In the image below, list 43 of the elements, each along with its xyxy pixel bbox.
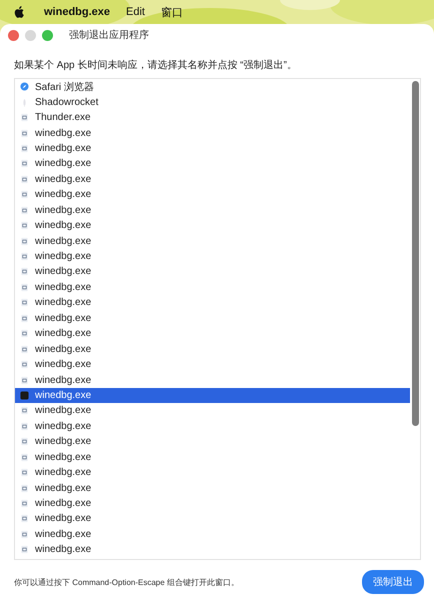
close-button[interactable] bbox=[8, 30, 19, 40]
app-list-item[interactable]: winedbg.exe bbox=[15, 310, 410, 326]
app-list-item[interactable]: winedbg.exe bbox=[15, 187, 410, 202]
app-list-item[interactable]: winedbg.exe bbox=[15, 496, 410, 512]
hint-text: 你可以通过按下 Command-Option-Escape 组合键打开此窗口。 bbox=[14, 576, 239, 588]
compass-icon bbox=[20, 82, 29, 92]
app-list-item[interactable]: winedbg.exe bbox=[15, 480, 410, 496]
app-list-item[interactable]: winedbg.exe bbox=[15, 280, 410, 296]
app-list-item[interactable]: Thunder.exe bbox=[15, 110, 410, 126]
app-list-item[interactable]: winedbg.exe bbox=[15, 341, 410, 357]
app-list-item[interactable]: winedbg.exe bbox=[15, 511, 410, 527]
apple-logo-icon[interactable] bbox=[14, 6, 24, 18]
scrollbar-thumb[interactable] bbox=[412, 81, 418, 426]
app-list-item[interactable]: winedbg.exe bbox=[15, 464, 410, 480]
zoom-button[interactable] bbox=[42, 30, 53, 40]
app-list-item[interactable]: winedbg.exe bbox=[15, 156, 410, 172]
app-list-item[interactable]: winedbg.exe bbox=[15, 326, 410, 342]
app-list-item[interactable]: winedbg.exe bbox=[15, 403, 410, 419]
app-list-item[interactable]: Shadowrocket bbox=[15, 94, 410, 110]
app-list-item[interactable]: winedbg.exe bbox=[15, 125, 410, 141]
menu-item[interactable]: 窗口 bbox=[161, 4, 183, 20]
app-list-item[interactable]: Safari 浏览器 bbox=[15, 79, 410, 94]
app-list-item[interactable]: winedbg.exe bbox=[15, 542, 410, 558]
app-list-item[interactable]: winedbg.exe bbox=[15, 388, 410, 404]
menu-item[interactable]: Edit bbox=[126, 6, 145, 18]
app-list-item[interactable]: winedbg.exe bbox=[15, 434, 410, 450]
app-list-item[interactable]: winedbg.exe bbox=[15, 202, 410, 218]
app-list-item[interactable]: winedbg.exe bbox=[15, 248, 410, 264]
app-list-item[interactable]: winedbg.exe bbox=[15, 356, 410, 372]
app-list-item[interactable]: winedbg.exe bbox=[15, 218, 410, 234]
app-list-item[interactable]: winedbg.exe bbox=[15, 233, 410, 249]
app-list-item[interactable]: winedbg.exe bbox=[15, 450, 410, 465]
app-list-item[interactable]: winedbg.exe bbox=[15, 295, 410, 311]
app-list-item[interactable]: winedbg.exe bbox=[15, 418, 410, 434]
app-list-item[interactable]: winedbg.exe bbox=[15, 372, 410, 388]
instruction-text: 如果某个 App 长时间未响应，请选择其名称并点按 “强制退出”。 bbox=[13, 58, 298, 73]
app-list-item[interactable]: winedbg.exe bbox=[15, 172, 410, 188]
terminal-icon bbox=[20, 390, 29, 400]
app-list-item[interactable]: winedbg.exe bbox=[15, 264, 410, 280]
window-title: 强制退出应用程序 bbox=[69, 28, 149, 42]
app-list-item[interactable]: winedbg.exe bbox=[15, 526, 410, 542]
app-list-item[interactable]: winedbg.exe bbox=[15, 140, 410, 156]
force-quit-button[interactable]: 强制退出 bbox=[362, 570, 424, 594]
